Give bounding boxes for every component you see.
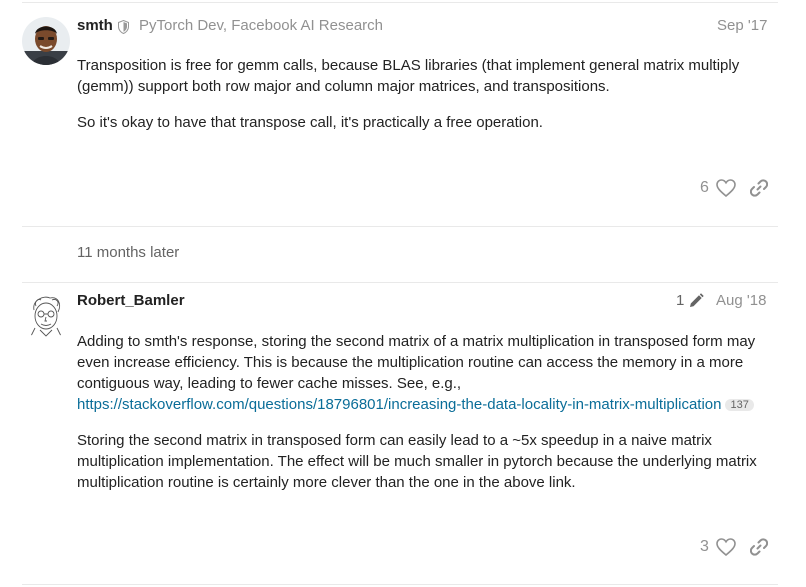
- heart-icon[interactable]: [716, 179, 736, 202]
- like-count: 6: [700, 179, 709, 196]
- shield-icon: [118, 19, 129, 39]
- heart-icon[interactable]: [716, 538, 736, 561]
- post-paragraph: So it's okay to have that transpose call…: [77, 114, 543, 131]
- link-icon[interactable]: [749, 179, 769, 202]
- pencil-icon[interactable]: [688, 293, 704, 314]
- post-paragraph: Transposition is free for gemm calls, be…: [77, 57, 740, 95]
- avatar-robert-bamler[interactable]: [22, 292, 70, 340]
- paragraph-text: Adding to smth's response, storing the s…: [77, 333, 756, 392]
- username-robert-bamler[interactable]: Robert_Bamler: [77, 292, 185, 309]
- user-title-smth: PyTorch Dev, Facebook AI Research: [139, 17, 383, 34]
- link-icon[interactable]: [749, 538, 769, 561]
- time-gap: 11 months later: [77, 244, 180, 261]
- like-count: 3: [700, 538, 709, 555]
- post-divider: [22, 282, 778, 283]
- post-date[interactable]: Aug '18: [716, 292, 766, 309]
- avatar-smth[interactable]: [22, 17, 70, 65]
- edit-count[interactable]: 1: [676, 292, 684, 309]
- username-smth[interactable]: smth: [77, 17, 113, 34]
- top-divider: [22, 2, 778, 3]
- post-divider: [22, 584, 778, 585]
- post-paragraph: Storing the second matrix in transposed …: [77, 432, 757, 491]
- stackoverflow-link[interactable]: https://stackoverflow.com/questions/1879…: [77, 396, 721, 413]
- post-divider: [22, 226, 778, 227]
- link-click-count: 137: [725, 399, 754, 411]
- post-paragraph: Adding to smth's response, storing the s…: [77, 331, 777, 415]
- post-date[interactable]: Sep '17: [717, 17, 767, 34]
